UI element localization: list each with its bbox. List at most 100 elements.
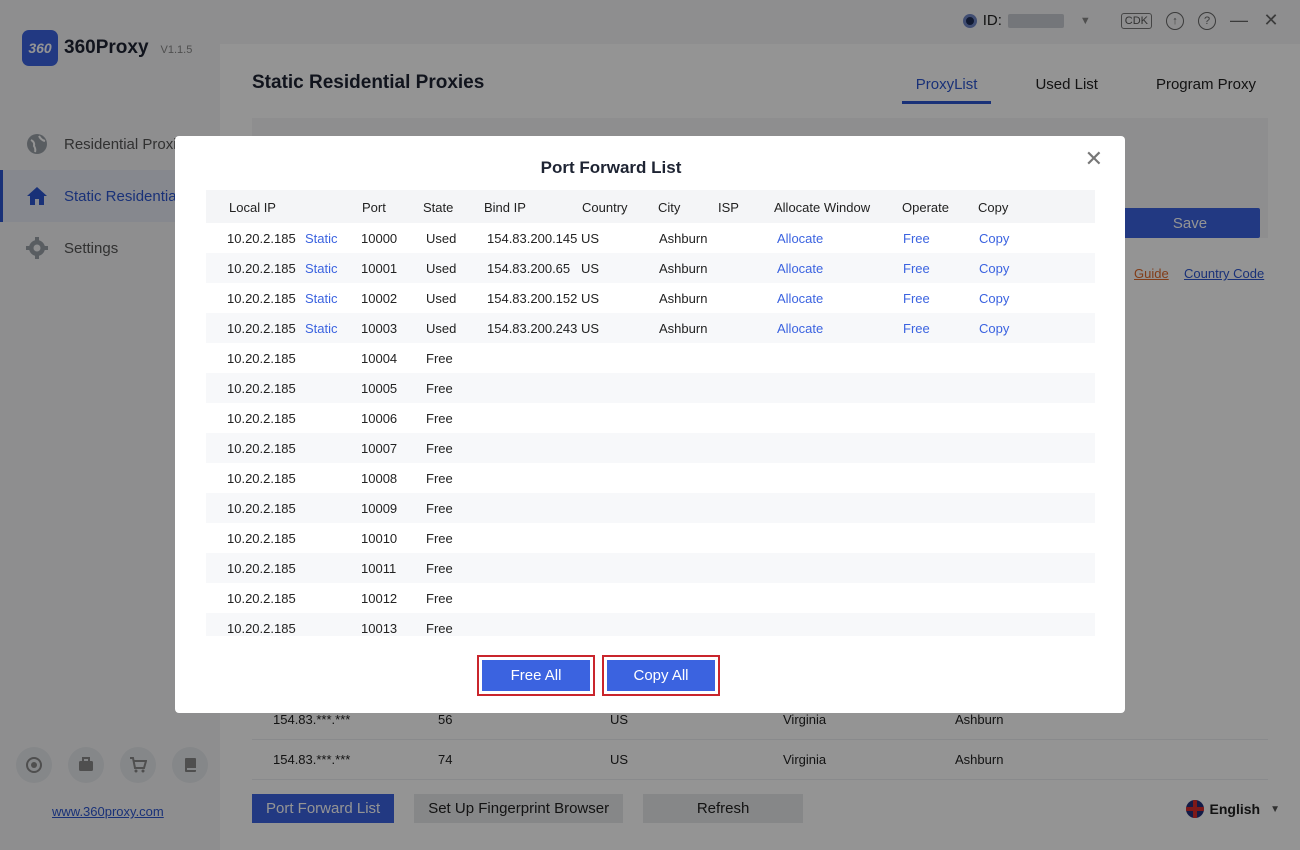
copy-all-highlight: Copy All bbox=[602, 655, 720, 696]
copy-link[interactable]: Copy bbox=[979, 291, 1009, 306]
table-row: 10.20.2.185 10004 Free bbox=[206, 343, 1095, 373]
table-row: 10.20.2.185 Static 10000 Used 154.83.200.145… bbox=[206, 223, 1095, 253]
state: Free bbox=[426, 471, 453, 486]
local-ip: 10.20.2.185 bbox=[227, 471, 296, 486]
city: Ashburn bbox=[659, 261, 708, 276]
port: 10006 bbox=[361, 411, 398, 426]
copy-link[interactable]: Copy bbox=[979, 261, 1009, 276]
copy-all-button[interactable]: Copy All bbox=[607, 660, 715, 691]
local-ip: 10.20.2.185 bbox=[227, 501, 296, 516]
city: Ashburn bbox=[659, 291, 708, 306]
allocate-link[interactable]: Allocate bbox=[777, 321, 823, 336]
table-row: 10.20.2.185 Static 10003 Used 154.83.200.243… bbox=[206, 313, 1095, 343]
local-ip: 10.20.2.185 bbox=[227, 321, 296, 336]
free-link[interactable]: Free bbox=[903, 291, 930, 306]
country: US bbox=[581, 321, 600, 336]
port: 10011 bbox=[361, 561, 397, 576]
table-header: Local IP Port State Bind IP Country City… bbox=[206, 190, 1095, 223]
port: 10010 bbox=[361, 531, 398, 546]
state: Free bbox=[426, 591, 453, 606]
port: 10003 bbox=[361, 321, 398, 336]
local-ip: 10.20.2.185 bbox=[227, 381, 296, 396]
free-link[interactable]: Free bbox=[903, 231, 930, 246]
local-ip: 10.20.2.185 bbox=[227, 531, 296, 546]
local-ip: 10.20.2.185 bbox=[227, 561, 296, 576]
free-link[interactable]: Free bbox=[903, 321, 930, 336]
bind-ip: 154.83.200.152 bbox=[487, 291, 578, 306]
port: 10012 bbox=[361, 591, 398, 606]
bind-ip: 154.83.200.65 bbox=[487, 261, 571, 276]
free-link[interactable]: Free bbox=[903, 261, 930, 276]
table-row: 10.20.2.185 10007 Free bbox=[206, 433, 1095, 463]
close-icon[interactable]: ✕ bbox=[1085, 146, 1103, 172]
type-link[interactable]: Static bbox=[305, 291, 338, 306]
copy-link[interactable]: Copy bbox=[979, 231, 1009, 246]
local-ip: 10.20.2.185 bbox=[227, 591, 296, 606]
port: 10002 bbox=[361, 291, 398, 306]
state: Used bbox=[426, 231, 457, 246]
table-row: 10.20.2.185 10005 Free bbox=[206, 373, 1095, 403]
type-link[interactable]: Static bbox=[305, 321, 338, 336]
table-row: 10.20.2.185 10010 Free bbox=[206, 523, 1095, 553]
table-row: 10.20.2.185 10011 Free bbox=[206, 553, 1095, 583]
table-row: 10.20.2.185 Static 10001 Used 154.83.200.65 U… bbox=[206, 253, 1095, 283]
copy-link[interactable]: Copy bbox=[979, 321, 1009, 336]
col-port: Port bbox=[362, 200, 386, 215]
allocate-link[interactable]: Allocate bbox=[777, 231, 823, 246]
port: 10013 bbox=[361, 621, 398, 636]
state: Free bbox=[426, 351, 453, 366]
local-ip: 10.20.2.185 bbox=[227, 261, 296, 276]
local-ip: 10.20.2.185 bbox=[227, 291, 296, 306]
table-row: 10.20.2.185 10009 Free bbox=[206, 493, 1095, 523]
state: Free bbox=[426, 531, 453, 546]
state: Free bbox=[426, 501, 453, 516]
col-city: City bbox=[658, 200, 681, 215]
port: 10009 bbox=[361, 501, 398, 516]
col-country: Country bbox=[582, 200, 628, 215]
col-local-ip: Local IP bbox=[229, 200, 276, 215]
country: US bbox=[581, 231, 600, 246]
country: US bbox=[581, 291, 600, 306]
local-ip: 10.20.2.185 bbox=[227, 231, 296, 246]
state: Free bbox=[426, 411, 453, 426]
port: 10001 bbox=[361, 261, 398, 276]
local-ip: 10.20.2.185 bbox=[227, 411, 296, 426]
state: Free bbox=[426, 621, 453, 636]
table-row: 10.20.2.185 10006 Free bbox=[206, 403, 1095, 433]
state: Free bbox=[426, 381, 453, 396]
allocate-link[interactable]: Allocate bbox=[777, 291, 823, 306]
col-operate: Operate bbox=[902, 200, 949, 215]
port: 10007 bbox=[361, 441, 398, 456]
free-all-button[interactable]: Free All bbox=[482, 660, 590, 691]
local-ip: 10.20.2.185 bbox=[227, 351, 296, 366]
col-state: State bbox=[423, 200, 454, 215]
type-link[interactable]: Static bbox=[305, 231, 338, 246]
bind-ip: 154.83.200.145 bbox=[487, 231, 578, 246]
state: Free bbox=[426, 561, 453, 576]
state: Used bbox=[426, 291, 457, 306]
col-bind-ip: Bind IP bbox=[484, 200, 526, 215]
state: Free bbox=[426, 441, 453, 456]
city: Ashburn bbox=[659, 321, 708, 336]
bind-ip: 154.83.200.243 bbox=[487, 321, 578, 336]
type-link[interactable]: Static bbox=[305, 261, 338, 276]
country: US bbox=[581, 261, 600, 276]
table-row: 10.20.2.185 10008 Free bbox=[206, 463, 1095, 493]
port-forward-modal: Port Forward List ✕ Local IP Port State … bbox=[175, 136, 1125, 713]
allocate-link[interactable]: Allocate bbox=[777, 261, 823, 276]
table-row: 10.20.2.185 10012 Free bbox=[206, 583, 1095, 613]
col-allocate-window: Allocate Window bbox=[774, 200, 871, 215]
state: Used bbox=[426, 261, 457, 276]
port: 10000 bbox=[361, 231, 398, 246]
state: Used bbox=[426, 321, 457, 336]
local-ip: 10.20.2.185 bbox=[227, 441, 296, 456]
table-row: 10.20.2.185 10013 Free bbox=[206, 613, 1095, 636]
local-ip: 10.20.2.185 bbox=[227, 621, 296, 636]
free-all-highlight: Free All bbox=[477, 655, 595, 696]
port: 10004 bbox=[361, 351, 398, 366]
port: 10005 bbox=[361, 381, 398, 396]
port: 10008 bbox=[361, 471, 398, 486]
city: Ashburn bbox=[659, 231, 708, 246]
port-forward-table: Local IP Port State Bind IP Country City… bbox=[206, 190, 1095, 636]
modal-title: Port Forward List bbox=[540, 158, 682, 177]
